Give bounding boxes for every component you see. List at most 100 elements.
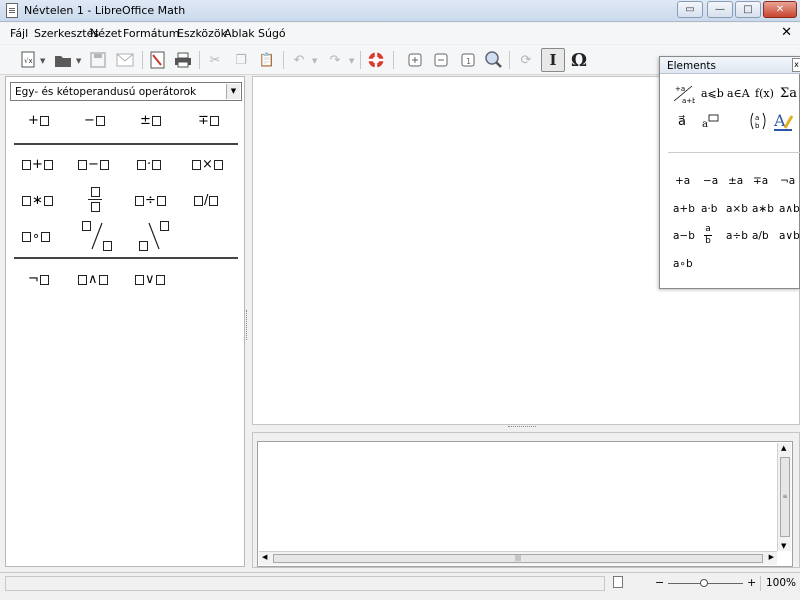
horizontal-scroll-thumb[interactable]: ||| bbox=[273, 554, 763, 563]
category-functions-icon[interactable]: f(x) bbox=[755, 87, 774, 100]
print-icon[interactable] bbox=[172, 49, 194, 71]
window-extra-button[interactable]: ▭ bbox=[677, 1, 703, 18]
category-set-operations-icon[interactable]: a∈A bbox=[727, 87, 750, 100]
new-dropdown-arrow-icon[interactable]: ▼ bbox=[40, 57, 45, 65]
menu-window[interactable]: Ablak bbox=[224, 27, 255, 40]
element-a-slash-b[interactable]: a/b bbox=[752, 230, 769, 242]
close-document-icon[interactable]: ✕ bbox=[781, 25, 792, 40]
element-a-plus-b[interactable]: a+b bbox=[673, 203, 695, 215]
binary-circ-element[interactable]: ∘ bbox=[22, 229, 51, 244]
menu-format[interactable]: Formátum bbox=[123, 27, 179, 40]
logical-and-element[interactable]: ∧ bbox=[78, 272, 108, 287]
binary-cdot-element[interactable]: · bbox=[137, 157, 162, 172]
scroll-down-icon[interactable]: ▼ bbox=[781, 542, 786, 550]
separator bbox=[668, 152, 800, 153]
zoom-out-icon[interactable] bbox=[430, 49, 452, 71]
menu-file[interactable]: Fájl bbox=[10, 27, 28, 40]
binary-plus-element[interactable]: + bbox=[22, 157, 53, 172]
wide-slash-element[interactable] bbox=[82, 221, 112, 251]
fraction-element[interactable] bbox=[88, 187, 102, 212]
category-select[interactable]: Egy- és kétoperandusú operátorok ▼ bbox=[10, 82, 242, 101]
vertical-splitter[interactable] bbox=[246, 310, 249, 340]
zoom-icon[interactable] bbox=[482, 49, 504, 71]
show-all-icon[interactable]: 1 bbox=[457, 49, 479, 71]
element-minus-a[interactable]: −a bbox=[703, 175, 718, 187]
paste-icon[interactable]: 📋 bbox=[256, 49, 278, 71]
element-a-and-b[interactable]: a∧b bbox=[779, 203, 800, 215]
element-a-minus-b[interactable]: a−b bbox=[673, 230, 695, 242]
menu-tools[interactable]: Eszközök bbox=[177, 27, 227, 40]
zoom-level[interactable]: 100% bbox=[766, 577, 796, 589]
binary-divide-element[interactable]: ÷ bbox=[135, 193, 166, 208]
binary-slash-element[interactable]: / bbox=[194, 193, 219, 208]
chevron-down-icon[interactable]: ▼ bbox=[226, 84, 240, 99]
zoom-slider-thumb[interactable] bbox=[700, 579, 708, 587]
unary-plus-minus-element[interactable]: ± bbox=[140, 113, 161, 128]
element-not-a[interactable]: ¬a bbox=[780, 175, 795, 187]
svg-text:a+b: a+b bbox=[682, 97, 695, 105]
document-modified-icon[interactable] bbox=[613, 576, 623, 588]
maximize-button[interactable]: □ bbox=[735, 1, 761, 18]
category-relations-icon[interactable]: a⩽b bbox=[701, 87, 724, 100]
elements-close-icon[interactable]: x bbox=[792, 58, 800, 72]
undo-icon[interactable]: ↶ bbox=[288, 49, 310, 71]
redo-dropdown-arrow-icon[interactable]: ▼ bbox=[349, 57, 354, 65]
logical-not-element[interactable]: ¬ bbox=[28, 272, 49, 287]
category-others-icon[interactable]: a bbox=[701, 114, 721, 130]
formula-command-input[interactable]: ▲ ≡ ▼ ◀ ||| ▶ bbox=[257, 441, 793, 567]
redo-icon[interactable]: ↷ bbox=[324, 49, 346, 71]
category-brackets-icon[interactable]: ab bbox=[748, 111, 768, 131]
svg-text:a: a bbox=[755, 114, 759, 122]
minimize-button[interactable]: — bbox=[707, 1, 733, 18]
horizontal-scrollbar[interactable]: ◀ ||| ▶ bbox=[259, 551, 777, 565]
zoom-in-icon[interactable] bbox=[404, 49, 426, 71]
help-lifebuoy-icon[interactable] bbox=[365, 49, 387, 71]
element-a-cdot-b[interactable]: a·b bbox=[701, 203, 717, 215]
element-plus-minus-a[interactable]: ±a bbox=[728, 175, 743, 187]
vertical-scrollbar[interactable]: ▲ ≡ ▼ bbox=[777, 443, 791, 551]
update-icon[interactable]: ⟳ bbox=[515, 49, 537, 71]
unary-plus-element[interactable]: + bbox=[28, 113, 49, 128]
zoom-plus-icon[interactable]: + bbox=[747, 576, 756, 589]
element-a-or-b[interactable]: a∨b bbox=[779, 230, 800, 242]
open-folder-icon[interactable] bbox=[52, 49, 74, 71]
formula-cursor-icon[interactable]: I bbox=[541, 48, 565, 72]
menu-help[interactable]: Súgó bbox=[258, 27, 286, 40]
scroll-right-icon[interactable]: ▶ bbox=[769, 553, 774, 561]
logical-or-element[interactable]: ∨ bbox=[135, 272, 165, 287]
unary-minus-plus-element[interactable]: ∓ bbox=[198, 113, 219, 128]
wide-backslash-element[interactable] bbox=[139, 221, 169, 251]
element-plus-a[interactable]: +a bbox=[675, 175, 690, 187]
open-dropdown-arrow-icon[interactable]: ▼ bbox=[76, 57, 81, 65]
element-a-circ-b[interactable]: a∘b bbox=[673, 258, 693, 270]
symbols-omega-icon[interactable]: Ω bbox=[567, 49, 591, 71]
unary-minus-element[interactable]: − bbox=[84, 113, 105, 128]
category-formats-icon[interactable]: A bbox=[772, 110, 794, 132]
horizontal-splitter[interactable] bbox=[508, 426, 536, 428]
element-a-times-b[interactable]: a×b bbox=[726, 203, 748, 215]
copy-icon[interactable]: ❐ bbox=[230, 49, 252, 71]
binary-minus-element[interactable]: − bbox=[78, 157, 109, 172]
scroll-up-icon[interactable]: ▲ bbox=[781, 444, 786, 452]
email-icon[interactable] bbox=[114, 49, 136, 71]
category-unary-binary-icon[interactable]: +a a+b bbox=[673, 83, 697, 105]
category-operators-icon[interactable]: Σa bbox=[780, 86, 797, 101]
new-document-icon[interactable]: √x bbox=[18, 49, 40, 71]
element-a-ast-b[interactable]: a∗b bbox=[752, 203, 774, 215]
binary-asterisk-element[interactable]: ∗ bbox=[22, 193, 53, 208]
element-a-div-b[interactable]: a÷b bbox=[726, 230, 748, 242]
menu-view[interactable]: Nézet bbox=[90, 27, 122, 40]
binary-times-element[interactable]: × bbox=[192, 157, 223, 172]
category-attributes-icon[interactable]: a⃗ bbox=[678, 114, 686, 129]
cut-icon[interactable]: ✂ bbox=[204, 49, 226, 71]
undo-dropdown-arrow-icon[interactable]: ▼ bbox=[312, 57, 317, 65]
vertical-scroll-thumb[interactable]: ≡ bbox=[780, 457, 790, 537]
scroll-left-icon[interactable]: ◀ bbox=[262, 553, 267, 561]
element-a-over-b[interactable]: a b bbox=[704, 225, 712, 246]
save-icon[interactable] bbox=[87, 49, 109, 71]
export-pdf-icon[interactable] bbox=[147, 49, 169, 71]
elements-panel-header[interactable]: Elements x bbox=[660, 57, 800, 74]
zoom-minus-icon[interactable]: − bbox=[655, 576, 664, 589]
close-window-button[interactable]: ✕ bbox=[763, 1, 797, 18]
element-minus-plus-a[interactable]: ∓a bbox=[753, 175, 768, 187]
